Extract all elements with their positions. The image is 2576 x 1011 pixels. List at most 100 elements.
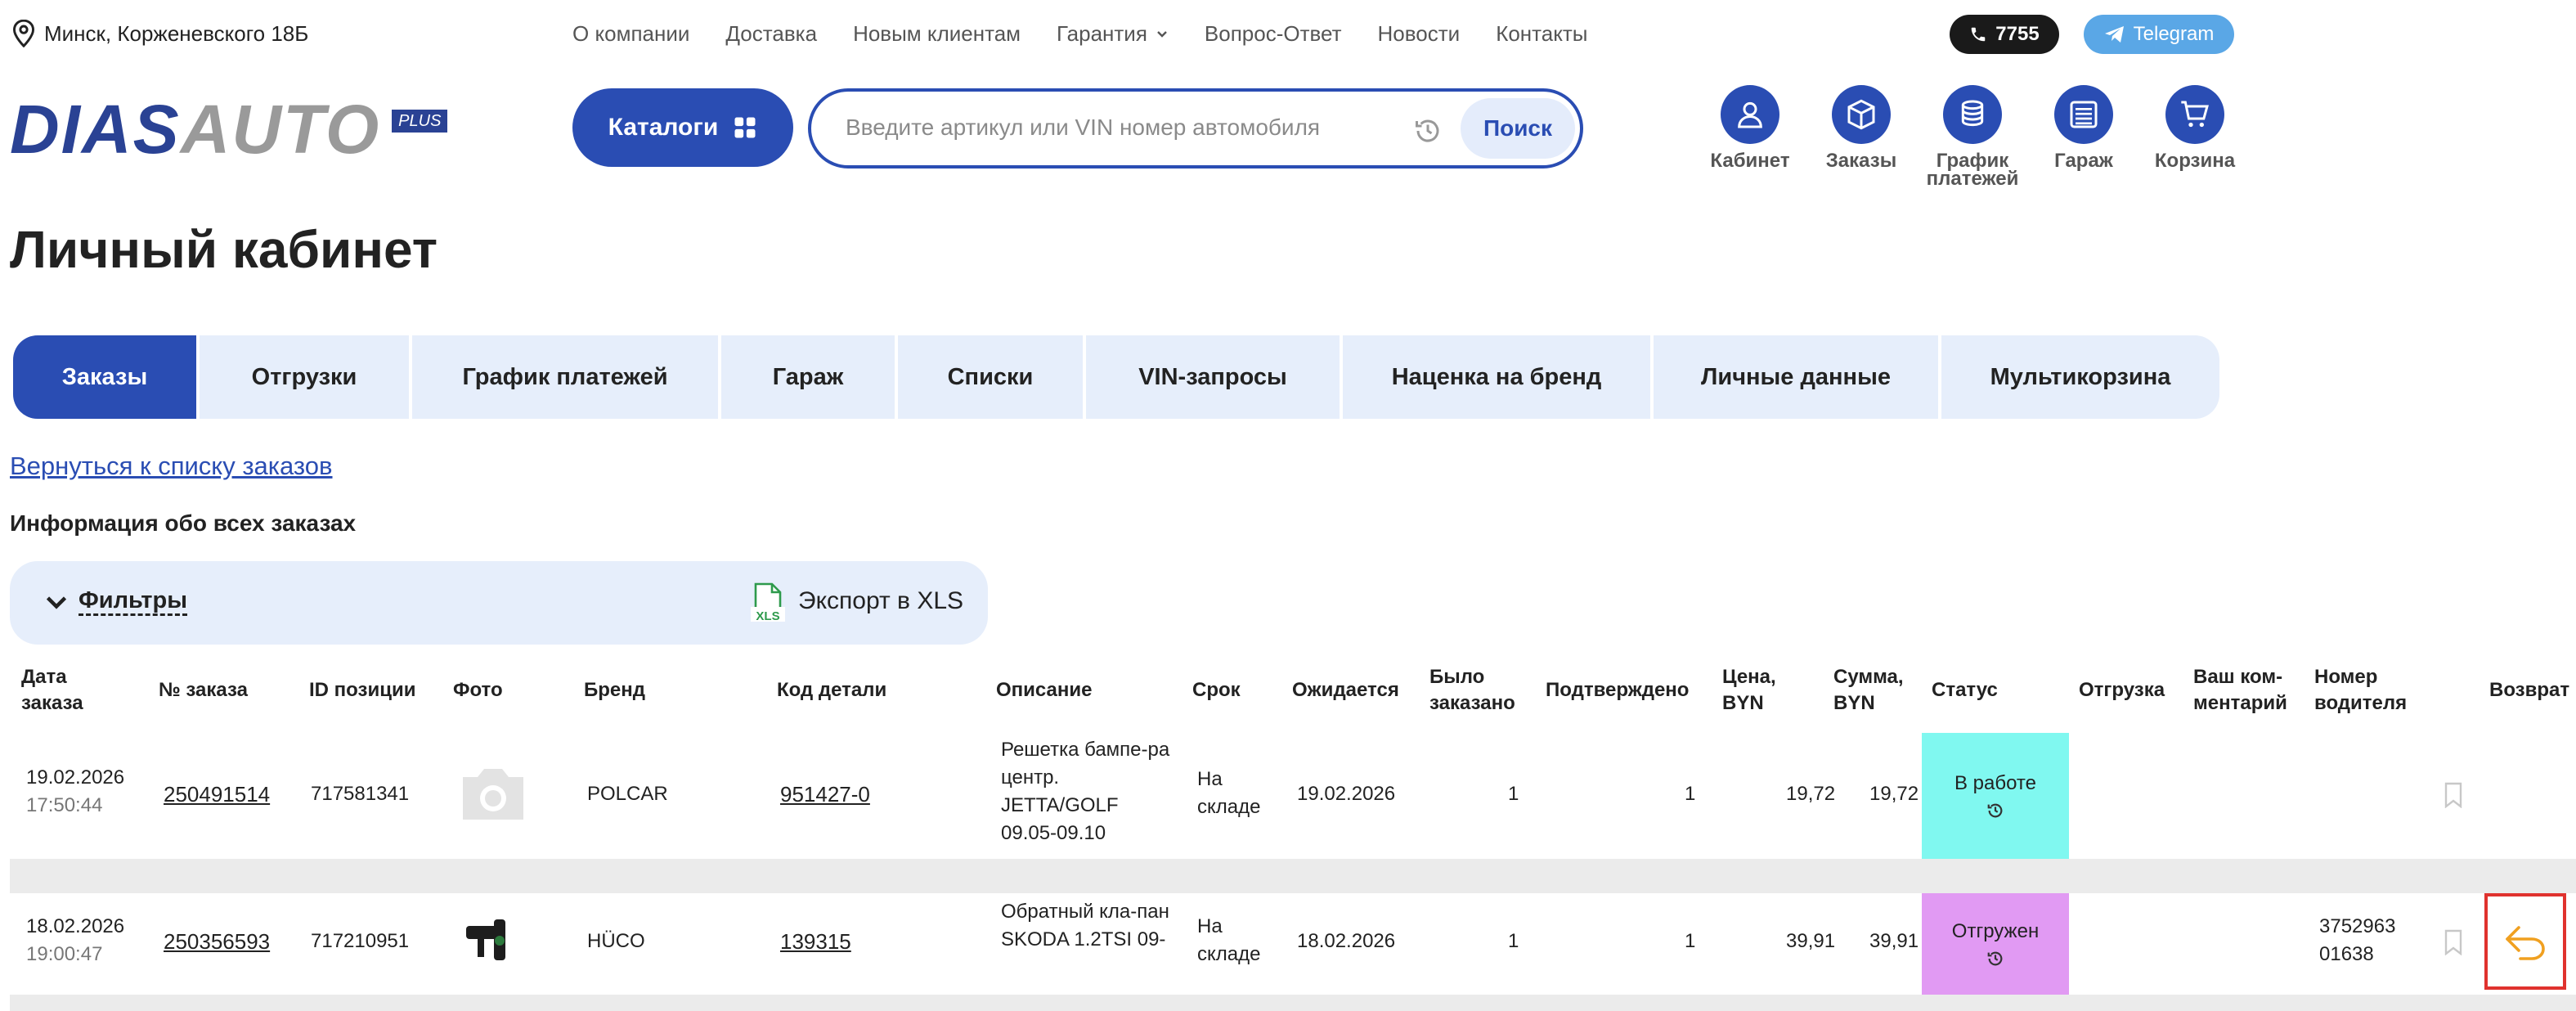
header-part-code: Код детали <box>777 679 887 701</box>
return-button[interactable] <box>2484 893 2566 990</box>
cabinet-link[interactable]: Кабинет <box>1694 85 1806 188</box>
row-separator <box>10 995 2576 1011</box>
top-nav: О компании Доставка Новым клиентам Гаран… <box>572 21 1624 47</box>
history-icon <box>1987 803 2003 818</box>
back-to-orders-link[interactable]: Вернуться к списку заказов <box>10 452 333 481</box>
chevron-down-icon[interactable] <box>44 592 69 613</box>
cart-link[interactable]: Корзина <box>2139 85 2251 188</box>
brand: HÜCO <box>587 930 645 952</box>
garage-link[interactable]: Гараж <box>2028 85 2139 188</box>
export-xls-button[interactable]: Экспорт в XLS <box>798 587 963 615</box>
camera-placeholder-icon <box>463 769 523 820</box>
nav-faq[interactable]: Вопрос-Ответ <box>1205 21 1342 47</box>
catalog-button[interactable]: Каталоги <box>572 88 793 167</box>
description: Обратный кла-пан SKODA 1.2TSI 09- <box>1001 901 1169 950</box>
driver-phone: 3752963 01638 <box>2319 915 2396 965</box>
cabinet-tabs: Заказы Отгрузки График платежей Гараж Сп… <box>13 335 2219 419</box>
part-code-link[interactable]: 139315 <box>780 928 851 955</box>
order-date: 18.02.2026 <box>26 915 125 937</box>
tab-personal-data[interactable]: Личные данные <box>1654 335 1941 419</box>
term: На складе <box>1197 915 1261 965</box>
tab-payment-schedule[interactable]: График платежей <box>412 335 721 419</box>
sum: 39,91 <box>1869 930 1919 952</box>
header-ordered: Было заказано <box>1429 666 1515 714</box>
header-order-date: Дата заказа <box>21 666 83 714</box>
bookmark-icon[interactable] <box>2444 929 2463 955</box>
tab-garage[interactable]: Гараж <box>721 335 898 419</box>
header-brand: Бренд <box>584 679 645 701</box>
header-comment: Ваш ком-ментарий <box>2193 666 2287 714</box>
logo-main-text: DIAS <box>10 91 181 168</box>
order-number-link[interactable]: 250356593 <box>164 928 270 955</box>
row-separator <box>10 859 2576 893</box>
header-icons: Кабинет Заказы График платежей Гараж Кор… <box>1694 85 2251 190</box>
logo[interactable]: DIAS AUTO PLUS <box>10 91 448 168</box>
confirmed-qty: 1 <box>1685 783 1696 805</box>
payments-link[interactable]: График платежей <box>1917 85 2028 190</box>
history-icon[interactable] <box>1413 116 1443 146</box>
garage-icon <box>2054 85 2113 144</box>
logo-badge: PLUS <box>392 110 448 133</box>
filters-toggle[interactable]: Фильтры <box>79 587 187 616</box>
telegram-label: Telegram <box>2133 23 2215 45</box>
part-code-link[interactable]: 951427-0 <box>780 780 870 808</box>
term: На складе <box>1197 768 1261 818</box>
nav-warranty[interactable]: Гарантия <box>1057 21 1169 47</box>
xls-file-icon[interactable]: XLS <box>751 582 785 622</box>
header-description: Описание <box>996 679 1093 701</box>
nav-news[interactable]: Новости <box>1378 21 1461 47</box>
expected-date: 19.02.2026 <box>1297 783 1396 805</box>
nav-warranty-label: Гарантия <box>1057 21 1147 46</box>
page-title: Личный кабинет <box>10 220 438 279</box>
cart-label: Корзина <box>2154 150 2236 172</box>
table-row: 19.02.2026 17:50:44 250491514 717581341 … <box>10 733 2576 859</box>
nav-delivery[interactable]: Доставка <box>725 21 817 47</box>
search-input[interactable]: Введите артикул или VIN номер автомобиля <box>846 115 1320 141</box>
status-text: В работе <box>1954 772 2036 794</box>
telegram-button[interactable]: Telegram <box>2084 15 2234 54</box>
bookmark-icon[interactable] <box>2444 782 2463 808</box>
ordered-qty: 1 <box>1508 783 1519 805</box>
status-badge[interactable]: Отгружен <box>1922 893 2069 995</box>
status-badge[interactable]: В работе <box>1922 733 2069 859</box>
tab-shipments[interactable]: Отгрузки <box>200 335 412 419</box>
sum: 19,72 <box>1869 783 1919 805</box>
history-icon <box>1987 951 2003 966</box>
orders-link[interactable]: Заказы <box>1806 85 1917 188</box>
user-icon <box>1721 85 1779 144</box>
location[interactable]: Минск, Корженевского 18Б <box>11 20 308 47</box>
header-status: Статус <box>1932 679 1998 701</box>
header-price: Цена, BYN <box>1722 666 1776 714</box>
tab-lists[interactable]: Списки <box>898 335 1086 419</box>
nav-new-clients[interactable]: Новым клиентам <box>853 21 1021 47</box>
phone-button[interactable]: 7755 <box>1950 15 2059 54</box>
header-order-number: № заказа <box>159 679 248 701</box>
header-photo: Фото <box>453 679 503 701</box>
part-photo[interactable] <box>461 911 518 968</box>
price: 19,72 <box>1786 783 1836 805</box>
header-shipment: Отгрузка <box>2079 679 2165 701</box>
nav-contacts[interactable]: Контакты <box>1496 21 1587 47</box>
nav-about[interactable]: О компании <box>572 21 689 47</box>
order-number-link[interactable]: 250491514 <box>164 780 270 808</box>
price: 39,91 <box>1786 930 1836 952</box>
coins-icon <box>1943 85 2002 144</box>
tab-multicart[interactable]: Мультикорзина <box>1941 335 2219 419</box>
table-row: 18.02.2026 19:00:47 250356593 717210951 … <box>10 893 2576 1011</box>
tab-vin-requests[interactable]: VIN-запросы <box>1086 335 1343 419</box>
header-return: Возврат <box>2489 679 2570 701</box>
return-arrow-icon <box>2506 926 2545 960</box>
search-button[interactable]: Поиск <box>1461 98 1575 159</box>
chevron-down-icon <box>1157 30 1167 38</box>
payments-label: График платежей <box>1926 150 2019 190</box>
position-id: 717210951 <box>311 930 410 952</box>
header-sum: Сумма, BYN <box>1833 666 1904 714</box>
filters-bar: Фильтры XLS Экспорт в XLS <box>10 561 988 645</box>
orders-info-heading: Информация обо всех заказах <box>10 510 357 536</box>
tab-orders[interactable]: Заказы <box>13 335 200 419</box>
status-text: Отгружен <box>1951 920 2040 942</box>
header-confirmed: Подтверждено <box>1546 679 1690 701</box>
location-text: Минск, Корженевского 18Б <box>44 20 309 46</box>
tab-brand-markup[interactable]: Наценка на бренд <box>1343 335 1654 419</box>
order-time: 19:00:47 <box>26 943 103 965</box>
